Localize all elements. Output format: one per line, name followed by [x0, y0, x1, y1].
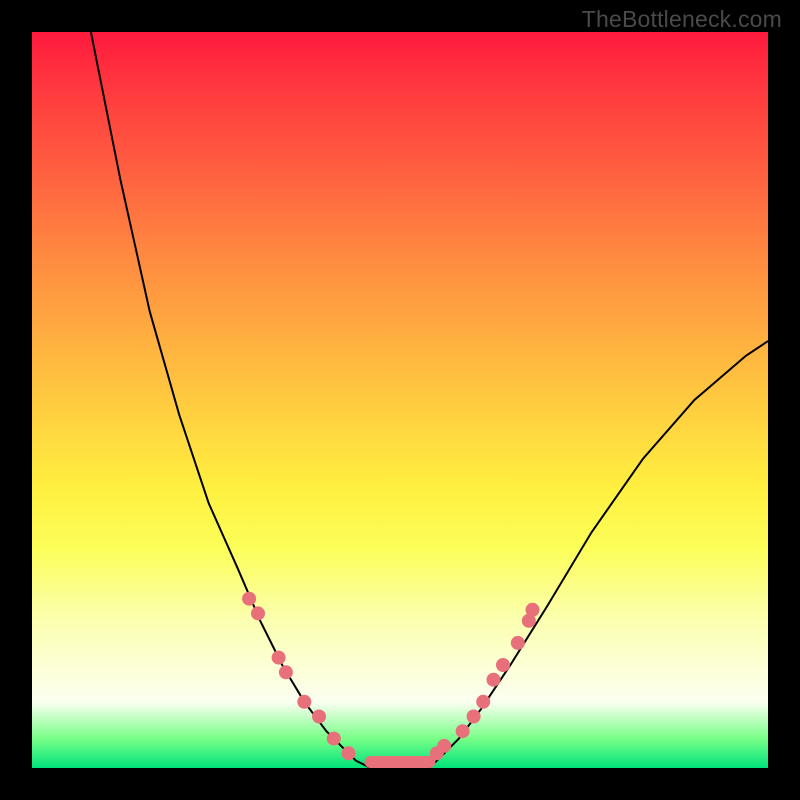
- data-dot: [467, 710, 481, 724]
- watermark-text: TheBottleneck.com: [582, 6, 782, 33]
- data-dots: [242, 592, 539, 761]
- left-curve: [91, 32, 371, 768]
- data-dot: [487, 673, 501, 687]
- data-dot: [279, 665, 293, 679]
- data-dot: [526, 603, 540, 617]
- data-dot: [456, 724, 470, 738]
- data-dot: [342, 746, 356, 760]
- data-dot: [511, 636, 525, 650]
- chart-container: TheBottleneck.com: [0, 0, 800, 800]
- data-dot: [251, 606, 265, 620]
- curves-svg: [32, 32, 768, 768]
- data-dot: [297, 695, 311, 709]
- plot-area: [32, 32, 768, 768]
- data-dot: [242, 592, 256, 606]
- data-dot: [272, 651, 286, 665]
- data-dot: [327, 732, 341, 746]
- data-dot: [437, 739, 451, 753]
- data-dot: [476, 695, 490, 709]
- data-dot: [496, 658, 510, 672]
- data-dot: [312, 710, 326, 724]
